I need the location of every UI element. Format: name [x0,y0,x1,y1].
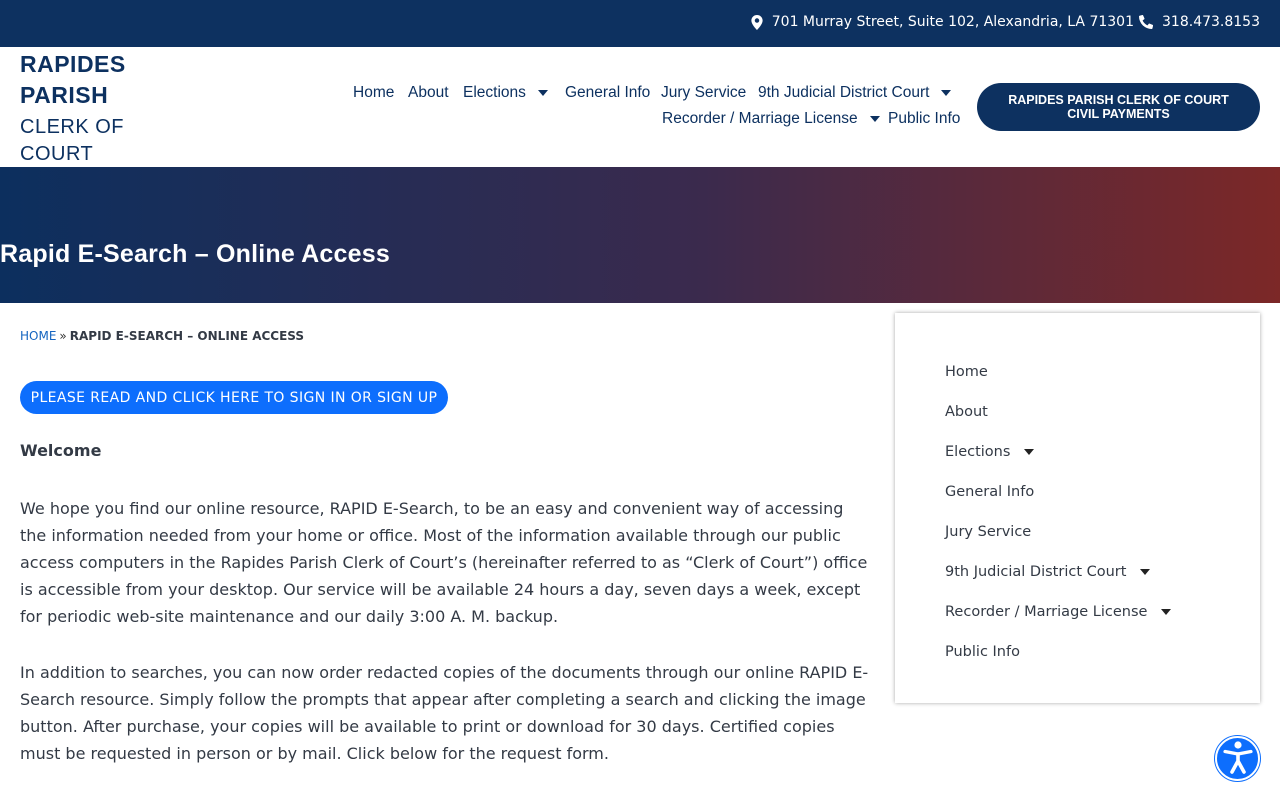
nav-district-court-label: 9th Judicial District Court [758,84,930,101]
phone-text: 318.473.8153 [1162,14,1260,30]
sidebar-item-recorder[interactable]: Recorder / Marriage License [945,604,1172,620]
intro-paragraph: We hope you find our online resource, RA… [20,499,868,626]
sidebar-item-label: 9th Judicial District Court [945,564,1127,580]
accessibility-icon [1222,740,1253,778]
phone-icon [1139,15,1154,29]
nav-about-label: About [408,84,449,101]
nav-district-court[interactable]: 9th Judicial District Court [758,84,952,102]
address-text: 701 Murray Street, Suite 102, Alexandria… [771,14,1134,30]
page-title: Rapid E-Search – Online Access [0,240,390,268]
civil-payments-button[interactable]: Rapides Parish Clerk of Court Civil Paym… [977,83,1260,131]
sidebar-item-public-info[interactable]: Public Info [945,644,1020,660]
sidebar-item-label: Home [945,364,988,380]
nav-home-label: Home [353,84,395,101]
sidebar-item-jury-service[interactable]: Jury Service [945,524,1031,540]
nav-public-info[interactable]: Public Info [888,110,960,128]
breadcrumb: Home» Rapid E-Search – Online Access [20,329,304,343]
civil-payments-label: Rapides Parish Clerk of Court Civil Paym… [1008,93,1229,121]
sidebar-item-elections[interactable]: Elections [945,444,1035,460]
copies-paragraph: In addition to searches, you can now ord… [20,663,869,763]
nav-home[interactable]: Home [353,84,394,102]
sidebar-item-label: About [945,404,988,420]
sidebar-item-label: Recorder / Marriage License [945,604,1148,620]
caret-down-icon [941,90,952,96]
caret-down-icon [1140,569,1151,575]
sidebar-item-about[interactable]: About [945,404,988,420]
nav-elections[interactable]: Elections [463,84,548,102]
nav-recorder[interactable]: Recorder / Marriage License [662,110,880,128]
top-contact-bar: 701 Murray Street, Suite 102, Alexandria… [0,0,1280,47]
caret-down-icon [537,90,548,96]
sidebar-item-label: Jury Service [945,524,1032,540]
sidebar-menu: Home About Elections General Info Jury S… [895,313,1260,703]
nav-jury-service[interactable]: Jury Service [661,84,746,102]
logo-line-1: RAPIDES [20,51,126,77]
nav-general-info[interactable]: General Info [565,84,650,102]
sidebar-item-home[interactable]: Home [945,364,988,380]
sidebar-item-label: Elections [945,444,1011,460]
address-link[interactable]: 701 Murray Street, Suite 102, Alexandria… [751,14,1134,30]
site-logo[interactable]: RAPIDES PARISH CLERK OF COURT [20,49,150,168]
nav-recorder-label: Recorder / Marriage License [662,110,858,127]
page-hero: Rapid E-Search – Online Access [0,167,1280,303]
breadcrumb-home-link[interactable]: Home [20,329,56,343]
sidebar-item-general-info[interactable]: General Info [945,484,1034,500]
sidebar-item-label: Public Info [945,644,1020,660]
sign-in-button[interactable]: Please read and click here to sign in or… [20,381,448,414]
accessibility-button[interactable] [1215,736,1260,781]
site-header: RAPIDES PARISH CLERK OF COURT Home About… [0,47,1280,167]
caret-down-icon [869,116,880,122]
nav-about[interactable]: About [408,84,449,102]
nav-jury-service-label: Jury Service [661,84,747,101]
nav-public-info-label: Public Info [888,110,961,127]
nav-general-info-label: General Info [565,84,651,101]
sidebar-item-district-court[interactable]: 9th Judicial District Court [945,564,1151,580]
logo-line-4: COURT [20,143,94,165]
sidebar-item-label: General Info [945,484,1035,500]
logo-line-3: CLERK OF [20,116,125,138]
caret-down-icon [1024,449,1035,455]
logo-line-2: PARISH [20,82,109,108]
caret-down-icon [1161,609,1172,615]
nav-elections-label: Elections [463,84,526,101]
sign-in-label: Please read and click here to sign in or… [30,389,438,406]
breadcrumb-separator: » [59,329,67,343]
welcome-heading: Welcome [20,441,102,460]
breadcrumb-current: Rapid E-Search – Online Access [69,329,305,343]
map-pin-icon [751,14,763,30]
phone-link[interactable]: 318.473.8153 [1139,14,1260,30]
